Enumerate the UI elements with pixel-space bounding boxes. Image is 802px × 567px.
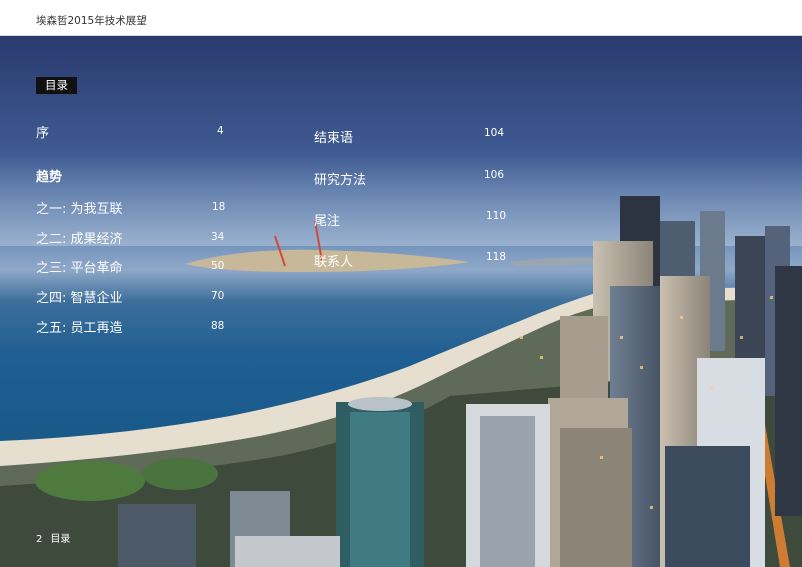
footer-section-label: 目录 (50, 534, 71, 545)
page-footer: 2 目录 (36, 530, 78, 545)
toc-entry-label: 联系人 (314, 255, 354, 270)
toc-section-label: 趋势 (36, 170, 63, 185)
toc-entry-page: 18 (212, 201, 226, 213)
page-header: 埃森哲2015年技术展望 (0, 0, 802, 36)
toc-entry-page: 106 (484, 169, 505, 181)
toc-entry-page: 4 (217, 125, 224, 137)
toc-entry-page: 50 (211, 260, 225, 272)
toc-entry-page: 34 (211, 231, 225, 243)
toc-entry-label: 之三: 平台革命 (36, 261, 123, 276)
toc-entry-label: 之四: 智慧企业 (36, 291, 123, 306)
toc-entry-page: 110 (486, 210, 507, 222)
page-number: 2 (36, 534, 43, 545)
toc-entry-page: 70 (211, 290, 225, 302)
document-title: 埃森哲2015年技术展望 (36, 15, 147, 27)
toc-entry-label: 序 (36, 126, 50, 141)
toc-entry-label: 之五: 员工再造 (36, 321, 123, 336)
toc-entry-label: 之一: 为我互联 (36, 202, 123, 217)
toc-entry-page: 118 (486, 251, 507, 263)
toc-entry-page: 88 (211, 320, 225, 332)
toc-badge: 目录 (36, 77, 77, 94)
toc-entry-page: 104 (484, 127, 505, 139)
toc-entry-label: 之二: 成果经济 (36, 232, 123, 247)
toc-entry-label: 结束语 (314, 131, 354, 146)
toc-entry-label: 研究方法 (314, 173, 367, 188)
toc-entry-label: 尾注 (314, 214, 341, 229)
